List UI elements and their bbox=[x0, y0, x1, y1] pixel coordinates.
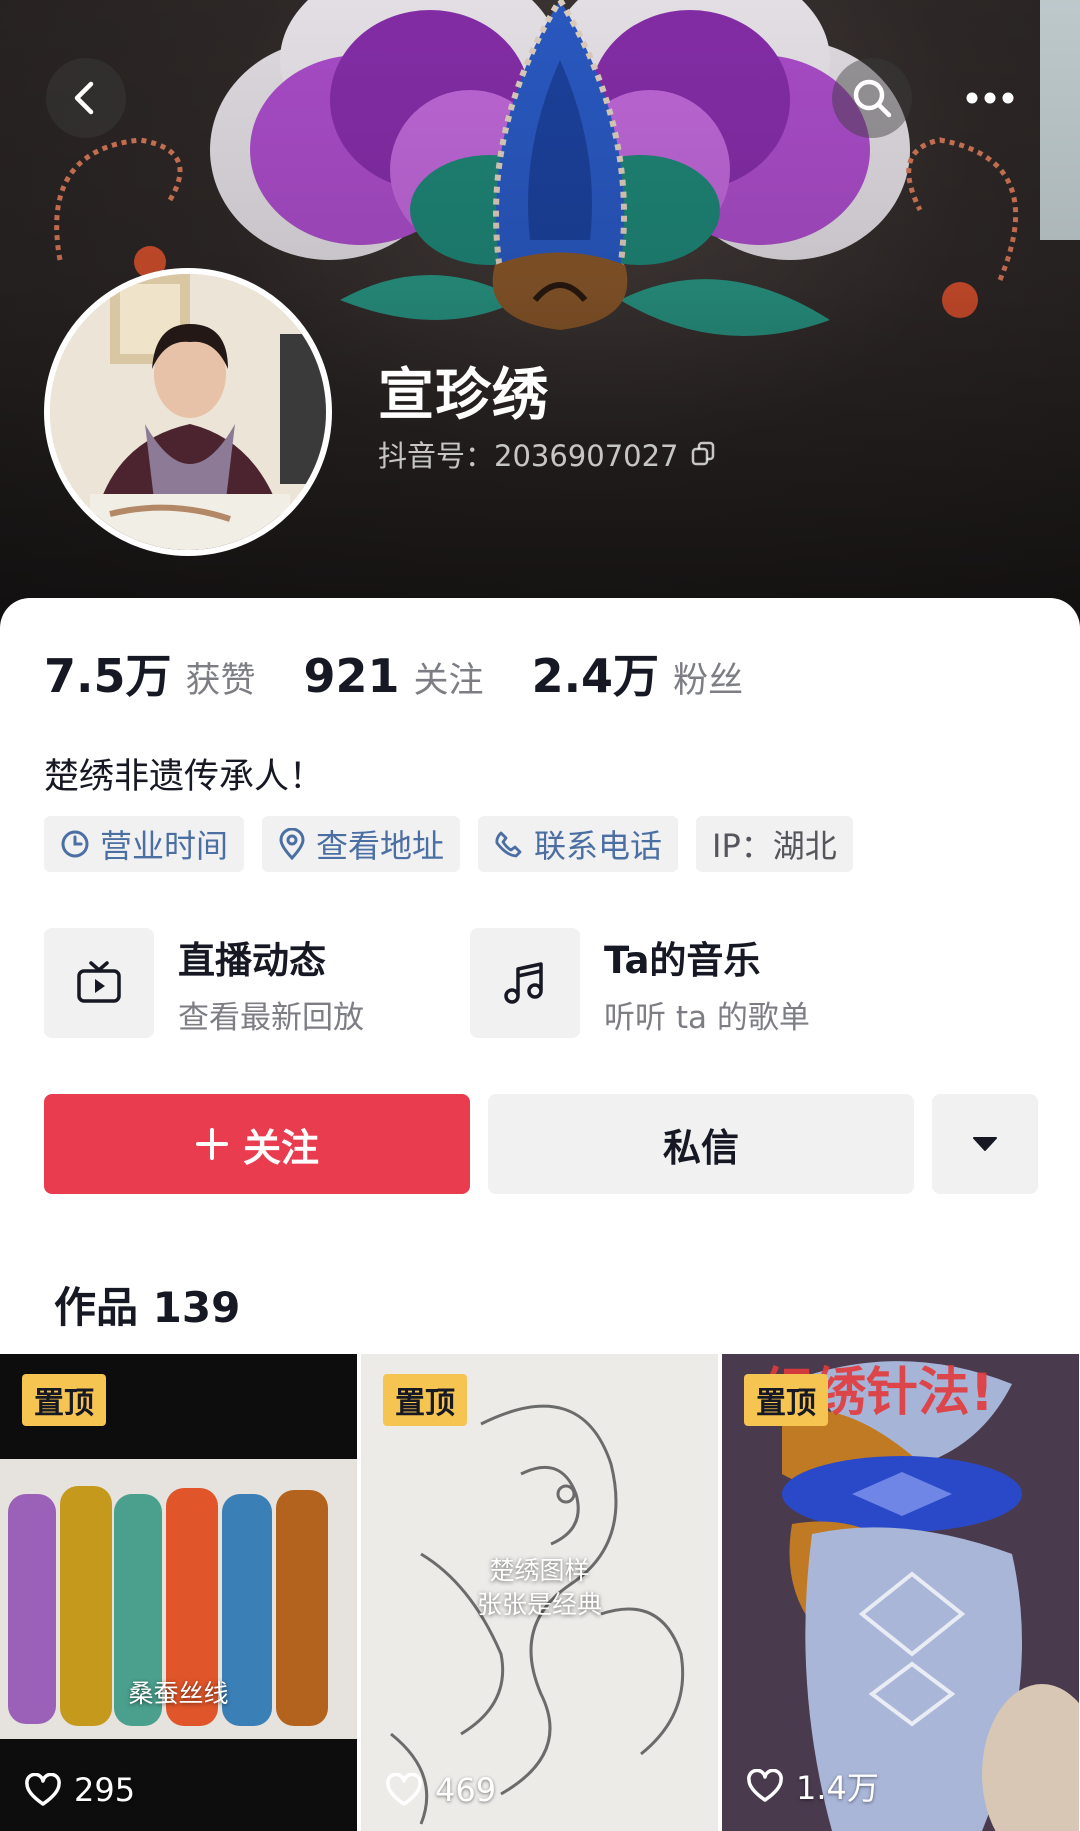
stat-likes[interactable]: 7.5万 获赞 bbox=[44, 640, 256, 706]
profile-sheet: 7.5万 获赞 921 关注 2.4万 粉丝 楚绣非遗传承人！ 营业时间 查看地… bbox=[0, 598, 1080, 1831]
feature-title: Ta的音乐 bbox=[604, 938, 761, 982]
like-count-text: 1.4万 bbox=[796, 1769, 879, 1807]
douyin-id-text: 抖音号：2036907027 bbox=[378, 439, 679, 473]
pinned-badge: 置顶 bbox=[744, 1374, 828, 1426]
follow-label: 关注 bbox=[242, 1125, 319, 1170]
profile-name: 宣珍绣 bbox=[378, 363, 549, 428]
message-button[interactable]: 私信 bbox=[488, 1094, 914, 1194]
stat-label: 粉丝 bbox=[673, 661, 744, 701]
back-button[interactable] bbox=[46, 58, 126, 138]
douyin-id[interactable]: 抖音号：2036907027 bbox=[378, 433, 717, 475]
plus-icon bbox=[195, 1128, 228, 1160]
like-count: 295 bbox=[24, 1771, 135, 1809]
message-label: 私信 bbox=[662, 1125, 739, 1170]
location-pin-icon bbox=[279, 828, 305, 860]
heart-icon bbox=[386, 1773, 422, 1806]
caption-line: 张张是经典 bbox=[476, 1590, 602, 1619]
more-options-button[interactable] bbox=[950, 58, 1030, 138]
action-buttons: 关注 私信 bbox=[44, 1094, 1038, 1194]
search-icon bbox=[853, 79, 892, 118]
stat-value: 7.5万 bbox=[44, 649, 172, 703]
tag-address[interactable]: 查看地址 bbox=[262, 816, 461, 872]
follow-button[interactable]: 关注 bbox=[44, 1094, 470, 1194]
avatar-photo bbox=[50, 274, 326, 550]
tag-ip-location: IP：湖北 bbox=[696, 816, 853, 872]
tag-business-hours[interactable]: 营业时间 bbox=[44, 816, 245, 872]
phone-icon bbox=[495, 831, 522, 858]
feature-subtitle: 听听 ta 的歌单 bbox=[604, 999, 810, 1036]
tag-label: IP：湖北 bbox=[712, 827, 837, 865]
tv-icon bbox=[77, 961, 121, 1003]
copy-icon[interactable] bbox=[689, 440, 717, 468]
avatar[interactable] bbox=[44, 268, 332, 556]
music-note-icon bbox=[504, 962, 543, 1004]
tag-phone[interactable]: 联系电话 bbox=[478, 816, 679, 872]
heart-icon bbox=[25, 1773, 61, 1806]
bio-text: 楚绣非遗传承人！ bbox=[44, 757, 325, 797]
feature-subtitle: 查看最新回放 bbox=[178, 999, 364, 1036]
stat-value: 921 bbox=[303, 649, 400, 703]
feature-icon-box bbox=[44, 928, 154, 1038]
feature-row: 直播动态 查看最新回放 Ta的音乐 听听 ta 的歌单 bbox=[44, 928, 1036, 1038]
stat-label: 关注 bbox=[413, 661, 484, 701]
heart-icon bbox=[747, 1769, 783, 1802]
info-tags: 营业时间 查看地址 联系电话 IP：湖北 bbox=[44, 816, 853, 872]
feature-music[interactable]: Ta的音乐 听听 ta 的歌单 bbox=[470, 928, 896, 1038]
more-dots-icon bbox=[966, 92, 1014, 104]
feature-title: 直播动态 bbox=[178, 938, 326, 982]
chevron-left-icon bbox=[74, 81, 94, 115]
caption-line: 楚绣图样 bbox=[489, 1556, 590, 1585]
caret-down-icon bbox=[973, 1137, 997, 1151]
video-thumbnail[interactable]: 桑蚕丝线 置顶 295 bbox=[0, 1354, 357, 1831]
tag-label: 营业时间 bbox=[100, 827, 229, 865]
pinned-badge: 置顶 bbox=[22, 1374, 106, 1426]
stat-label: 获赞 bbox=[185, 661, 256, 701]
like-count-text: 295 bbox=[74, 1771, 136, 1809]
stat-followers[interactable]: 2.4万 粉丝 bbox=[532, 640, 744, 706]
video-caption: 楚绣图样 张张是经典 bbox=[361, 1554, 718, 1622]
video-thumbnail[interactable]: 织绣针法! 置顶 1.4万 bbox=[722, 1354, 1079, 1831]
video-caption: 桑蚕丝线 bbox=[128, 1679, 229, 1708]
feature-icon-box bbox=[470, 928, 580, 1038]
like-count-text: 469 bbox=[435, 1771, 497, 1809]
clock-icon bbox=[61, 830, 89, 858]
video-thumbnail[interactable]: 楚绣图样 张张是经典 置顶 469 bbox=[361, 1354, 718, 1831]
stat-value: 2.4万 bbox=[531, 649, 660, 703]
stat-following[interactable]: 921 关注 bbox=[304, 649, 484, 703]
tag-label: 查看地址 bbox=[316, 827, 445, 865]
search-button[interactable] bbox=[832, 58, 912, 138]
feature-live-updates[interactable]: 直播动态 查看最新回放 bbox=[44, 928, 470, 1038]
stats-row: 7.5万 获赞 921 关注 2.4万 粉丝 bbox=[44, 640, 791, 706]
more-actions-dropdown[interactable] bbox=[932, 1094, 1038, 1194]
pinned-badge: 置顶 bbox=[383, 1374, 467, 1426]
like-count: 469 bbox=[385, 1771, 496, 1809]
tag-label: 联系电话 bbox=[534, 827, 663, 865]
works-count-title[interactable]: 作品 139 bbox=[54, 1274, 240, 1335]
works-grid: 桑蚕丝线 置顶 295 楚绣图样 张张是经典 置顶 469 织绣针法! 置顶 1… bbox=[0, 1354, 1080, 1831]
like-count: 1.4万 bbox=[746, 1763, 879, 1809]
